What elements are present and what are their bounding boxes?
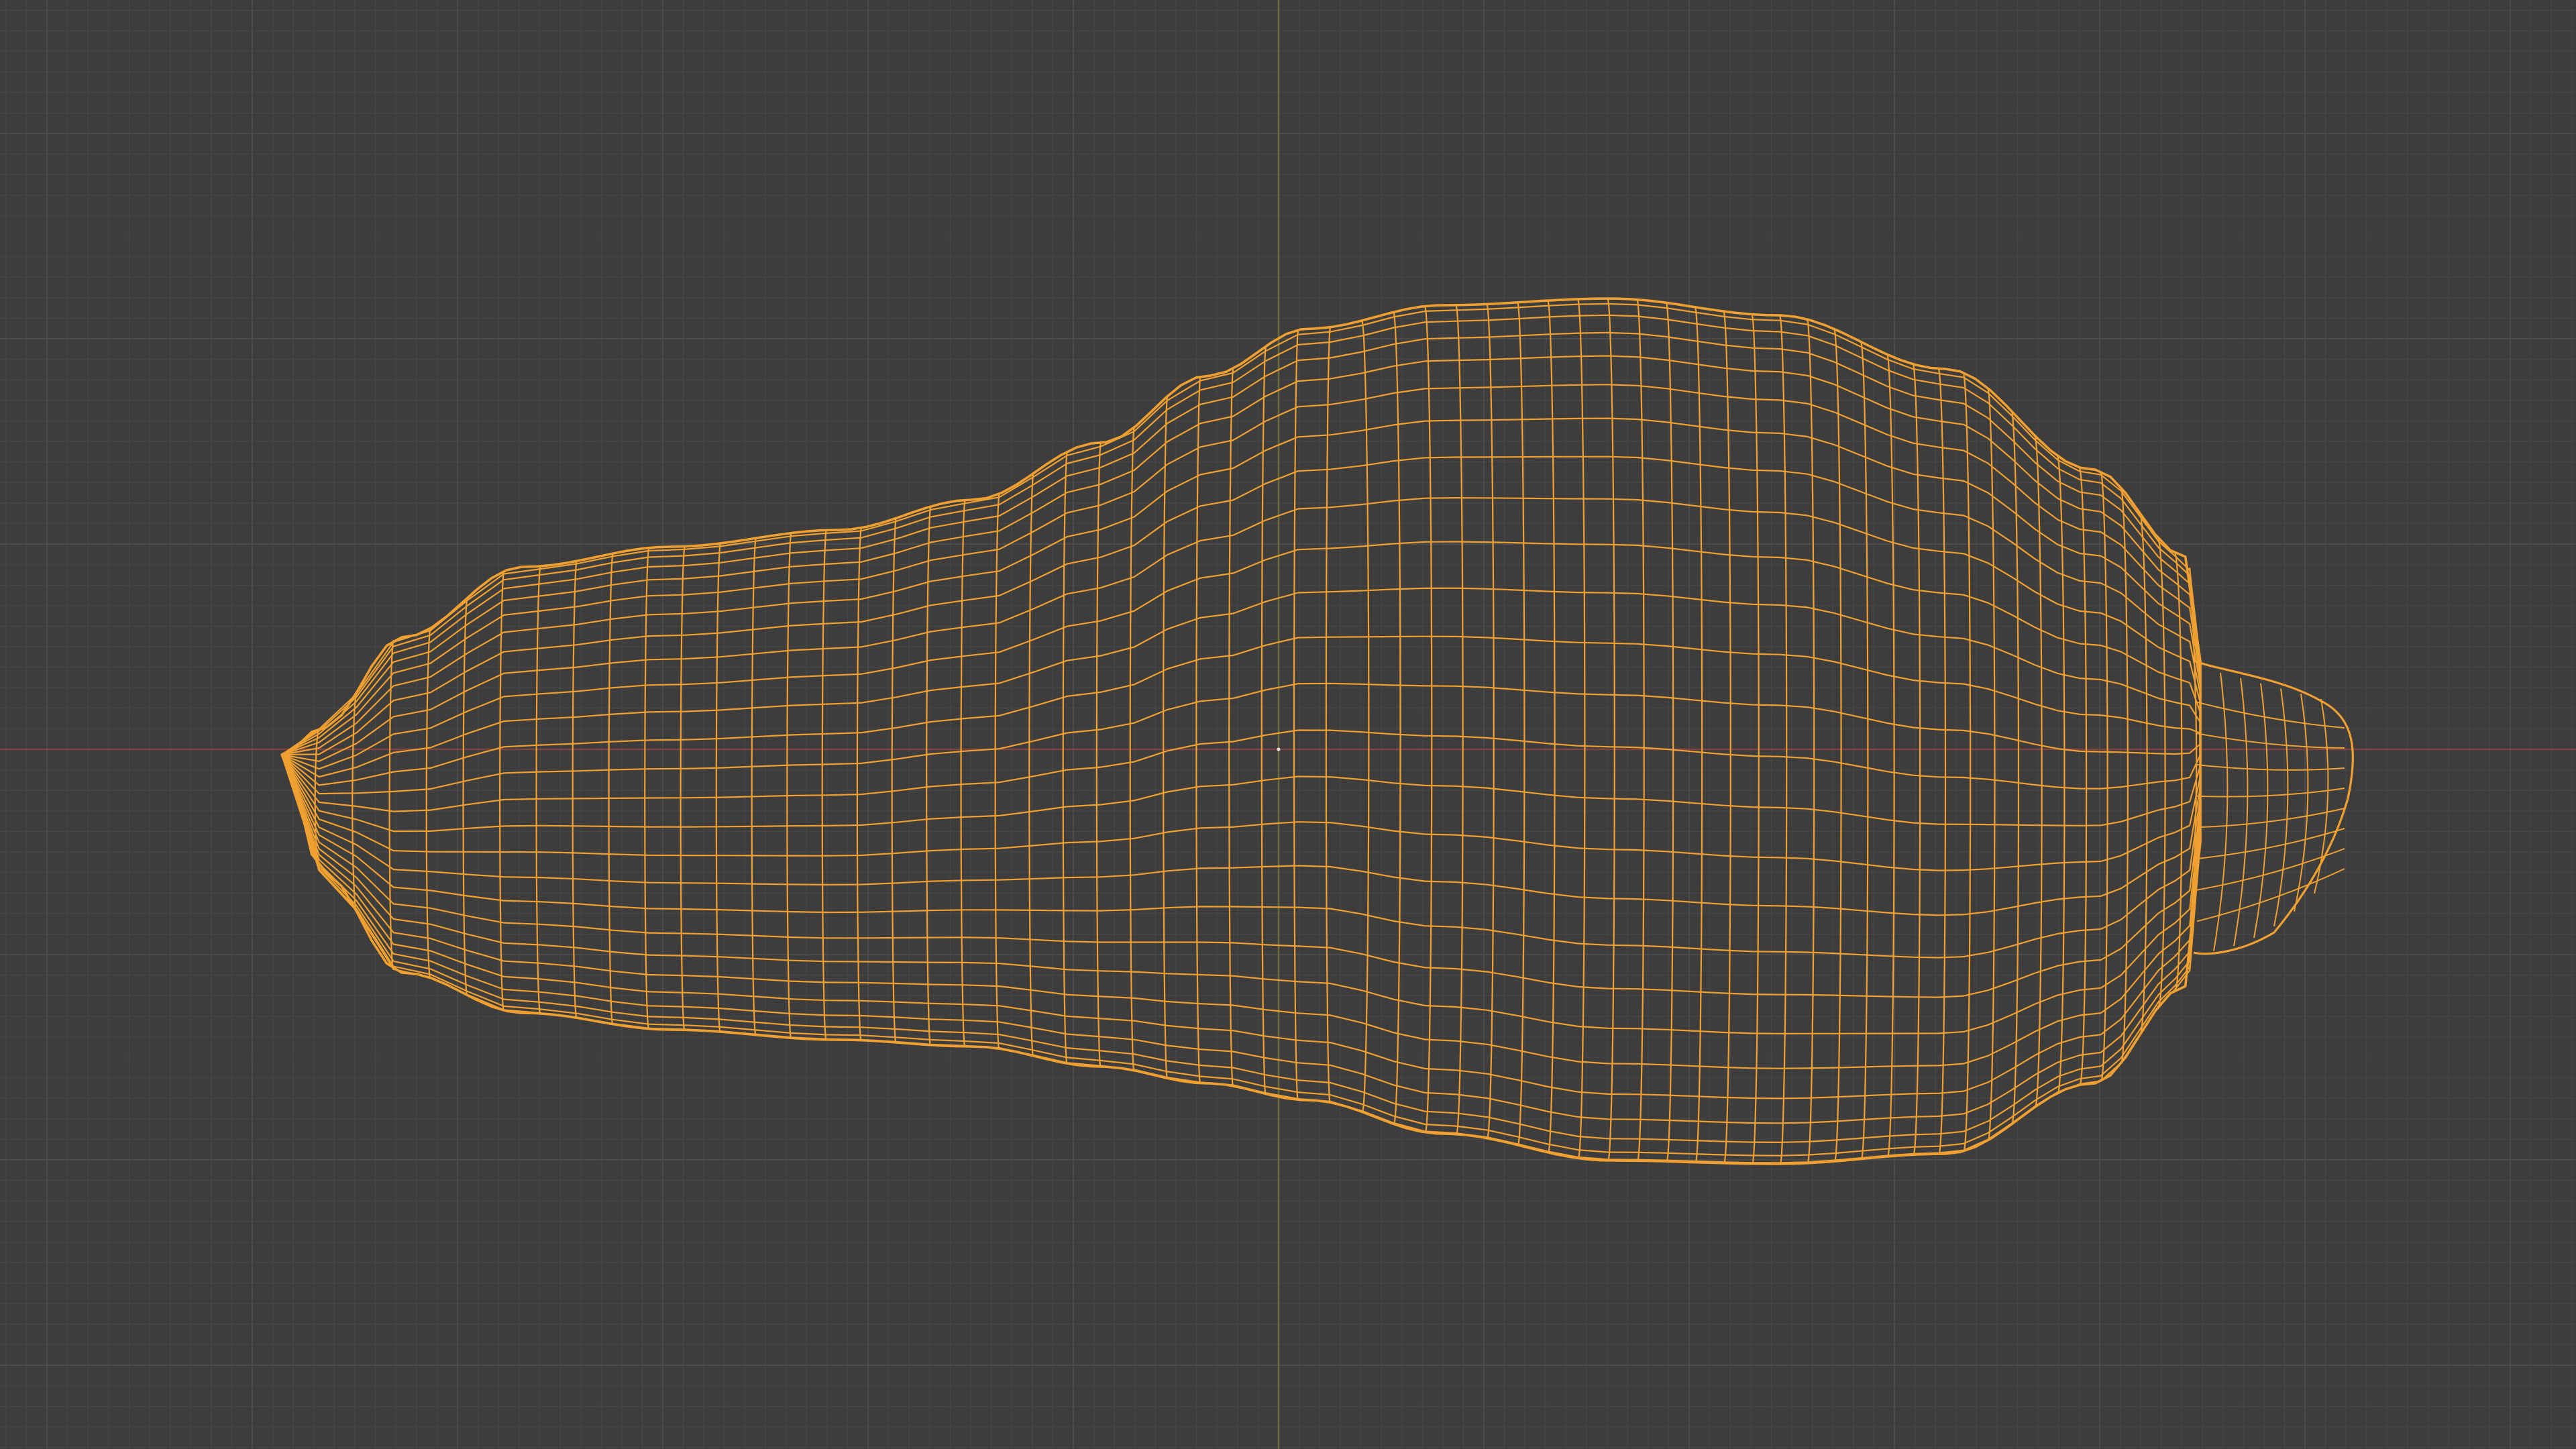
mesh-loop-edge (281, 754, 2202, 959)
mesh-loop-edge (281, 417, 2202, 756)
stem-edge (2213, 672, 2229, 951)
stem-edge (2196, 764, 2345, 771)
mesh-loop-edge (280, 754, 2202, 1069)
mesh-ring-edge (572, 561, 578, 1018)
mesh-ring-edge (1361, 320, 1370, 1113)
mesh-ring-edge (2174, 553, 2183, 991)
mesh-loop-edge (281, 355, 2202, 756)
mesh-ring-edge (2157, 538, 2166, 1007)
mesh-loop-edge (281, 754, 2202, 916)
mesh-ring-edge (680, 546, 686, 1030)
stem-edge (2273, 688, 2289, 926)
mesh-ring-edge (1636, 299, 1645, 1161)
mesh-ring-edge (994, 494, 1000, 1049)
wireframe-mesh-object[interactable] (280, 297, 2354, 1165)
mesh-ring-edge (1723, 311, 1731, 1164)
viewport-canvas[interactable] (0, 0, 2576, 1449)
mesh-ring-edge (1293, 329, 1299, 1100)
mesh-ring-edge (1937, 368, 1947, 1155)
stem-edge (2196, 733, 2345, 749)
mesh-ring-edge (1095, 442, 1102, 1067)
mesh-ring-edge (1666, 303, 1674, 1162)
mesh-ring-edge (425, 628, 431, 979)
mesh-loop-edge (281, 635, 2201, 786)
viewport-grid-minor (0, 0, 2576, 1449)
mesh-loop-edge (281, 314, 2202, 755)
mesh-ring-edge (2079, 467, 2088, 1085)
viewport-grid-major (0, 0, 2576, 1449)
mesh-loop-edge (280, 754, 2202, 1164)
mesh-loop-edge (281, 497, 2202, 762)
mesh-ring-edge (821, 530, 827, 1040)
mesh-ring-edge (786, 533, 792, 1038)
3d-viewport[interactable] (0, 0, 2576, 1449)
mesh-loop-edge (281, 303, 2202, 755)
mesh-ring-edge (1486, 304, 1495, 1139)
mesh-ring-edge (715, 543, 721, 1032)
mesh-ring-edge (1424, 306, 1433, 1133)
mesh-ring-edge (1163, 396, 1169, 1079)
mesh-ring-edge (499, 571, 505, 1011)
mesh-ring-edge (2100, 470, 2108, 1083)
mesh-ring-edge (644, 547, 650, 1030)
mesh-loop-edge (281, 682, 2201, 795)
mesh-ring-edge (1607, 298, 1615, 1161)
mesh-ring-edge (1987, 388, 1996, 1141)
stem-edge (2196, 788, 2345, 798)
mesh-ring-edge (751, 538, 757, 1036)
mesh-ring-edge (462, 598, 468, 996)
mesh-ring-edge (1325, 327, 1331, 1103)
mesh-loop-edge (280, 754, 2202, 1143)
mesh-ring-edge (856, 527, 862, 1041)
object-origin-marker[interactable] (1277, 747, 1281, 751)
stem-edge (2233, 678, 2249, 947)
stem-edge (2294, 694, 2309, 912)
mesh-loop-edge (281, 754, 2202, 833)
mesh-ring-edge (1455, 305, 1464, 1135)
mesh-ring-edge (1963, 372, 1972, 1152)
mesh-ring-edge (1547, 300, 1556, 1153)
mesh-loop-edge (280, 754, 2202, 1034)
mesh-ring-edge (960, 500, 966, 1047)
mesh-loop-edge (281, 541, 2202, 770)
mesh-loop-edge (281, 754, 2202, 871)
mesh-ring-edge (608, 553, 614, 1025)
mesh-ring-edge (1228, 368, 1234, 1087)
mesh-loop-edge (280, 754, 2202, 998)
stem-silhouette (2193, 659, 2354, 955)
mesh-ring-edge (1695, 307, 1703, 1163)
mesh-ring-edge (1260, 346, 1267, 1095)
mesh-ring-edge (1393, 312, 1401, 1125)
mesh-loop-edge (280, 754, 2202, 1124)
mesh-ring-edge (1517, 302, 1525, 1146)
mesh-ring-edge (891, 518, 897, 1043)
